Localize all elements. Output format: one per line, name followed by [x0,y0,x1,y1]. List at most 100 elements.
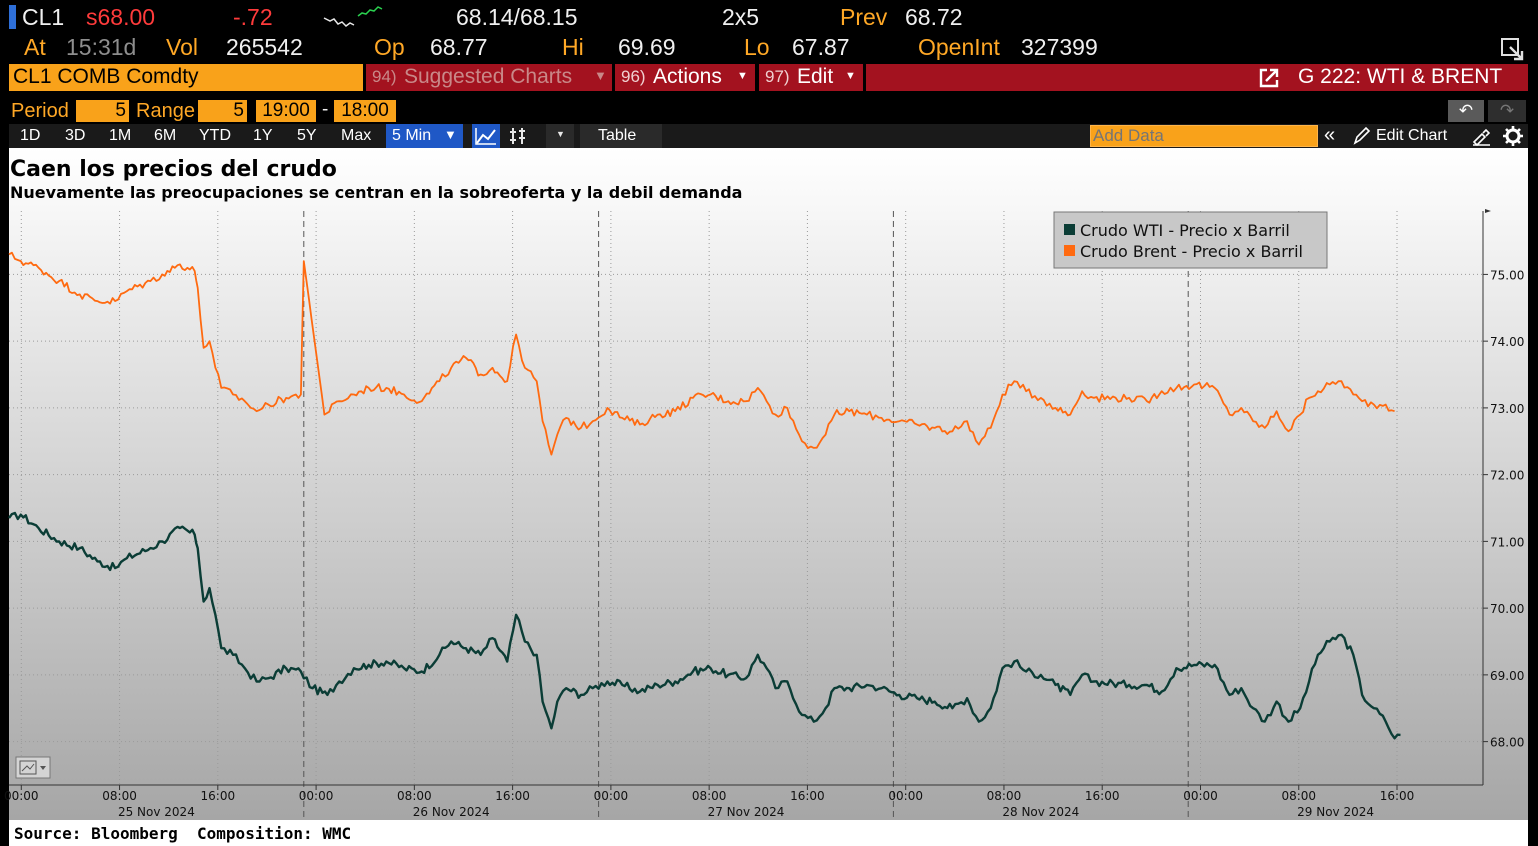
sparkline-icon [323,6,383,27]
y-tick-label: 68.00 [1490,736,1524,750]
gear-icon[interactable] [1502,125,1524,147]
date-label: 29 Nov 2024 [1297,805,1374,819]
actions-menu[interactable]: 96) Actions ▼ [615,64,755,91]
chevron-down-icon: ▼ [556,129,565,139]
edit-label: Edit [797,65,834,88]
open-label: Op [374,34,405,60]
chevron-down-icon: ▼ [737,70,748,82]
y-tick-label: 73.00 [1490,402,1524,416]
vol-value: 265542 [226,34,303,60]
period-button-6m[interactable]: 6M [154,125,176,147]
legend-label-wti: Crudo WTI - Precio x Barril [1080,221,1290,240]
redo-button[interactable]: ↷ [1488,100,1526,122]
x-tick-label: 00:00 [4,789,39,803]
edit-chart-label: Edit Chart [1376,127,1448,144]
actions-number: 96) [621,67,646,86]
line-chart-icon [475,128,496,145]
period-input[interactable]: 5 [76,100,129,122]
security-field[interactable]: CL1 COMB Comdty [9,64,363,91]
interval-label: 5 Min [392,127,432,144]
x-tick-label: 08:00 [102,789,137,803]
chevron-down-icon: ▼ [845,70,856,82]
prev-label: Prev [840,4,888,30]
add-data-input[interactable] [1090,125,1318,147]
chevron-down-icon: ▼ [444,127,457,142]
period-button-ytd[interactable]: YTD [199,125,231,147]
oi-label: OpenInt [918,34,1000,60]
range-input[interactable]: 5 [198,100,247,122]
x-tick-label: 00:00 [888,789,923,803]
time-from-input[interactable]: 19:00 [256,100,316,122]
y-tick-label: 69.00 [1490,669,1524,683]
date-label: 26 Nov 2024 [413,805,490,819]
time-label: At [24,34,46,60]
oi-value: 327399 [1021,34,1098,60]
suggested-charts-label: Suggested Charts [404,65,573,88]
candlestick-icon[interactable] [507,126,529,146]
x-tick-label: 08:00 [987,789,1022,803]
period-button-3d[interactable]: 3D [65,125,85,147]
bid-ask: 68.14/68.15 [456,4,578,30]
table-button[interactable]: Table [580,124,662,148]
time-value: 15:31d [66,34,137,60]
legend[interactable]: Crudo WTI - Precio x Barril Crudo Brent … [1053,211,1328,269]
period-label: Period [11,100,69,122]
detach-window-icon[interactable] [1500,35,1526,61]
x-tick-label: 00:00 [1183,789,1218,803]
time-to-input[interactable]: 18:00 [334,100,396,122]
vol-label: Vol [166,34,198,60]
period-button-1d[interactable]: 1D [20,125,40,147]
chart-style-dropdown[interactable]: ▼ [546,124,574,148]
legend-swatch-brent [1064,245,1075,256]
interval-dropdown[interactable]: 5 Min ▼ [386,124,463,148]
period-button-max[interactable]: Max [341,125,371,147]
legend-label-brent: Crudo Brent - Precio x Barril [1080,242,1303,261]
x-tick-label: 08:00 [397,789,432,803]
suggested-charts-menu[interactable]: 94) Suggested Charts ▼ [366,64,612,91]
actions-label: Actions [653,65,722,88]
pencil-icon [1353,126,1371,145]
suggested-charts-number: 94) [372,67,397,86]
x-tick-label: 16:00 [790,789,825,803]
date-label: 28 Nov 2024 [1002,805,1079,819]
last-price: s68.00 [86,4,156,30]
period-button-1y[interactable]: 1Y [253,125,273,147]
date-label: 27 Nov 2024 [708,805,785,819]
x-tick-label: 16:00 [201,789,236,803]
x-tick-label: 16:00 [1380,789,1415,803]
high-label: Hi [562,34,584,60]
high-value: 69.69 [618,34,676,60]
x-tick-label: 00:00 [594,789,629,803]
bid-ask-size: 2x5 [722,4,760,30]
function-title-bar: G 222: WTI & BRENT [866,64,1528,91]
annotate-icon[interactable] [1470,126,1492,146]
x-tick-label: 16:00 [1085,789,1120,803]
y-tick-label: 72.00 [1490,469,1524,483]
undo-button[interactable]: ↶ [1448,100,1484,122]
function-title: G 222: WTI & BRENT [1298,65,1503,88]
net-change: -.72 [233,4,273,30]
chart-title: Caen los precios del crudo [10,157,337,182]
ticker: CL1 [22,4,65,30]
x-tick-label: 08:00 [692,789,727,803]
chart-type-button[interactable] [15,756,51,779]
period-button-5y[interactable]: 5Y [297,125,317,147]
period-button-1m[interactable]: 1M [109,125,131,147]
price-chart[interactable]: 75.00 74.00 73.00 72.00 71.00 70.00 69.00 68.00… [0,148,1538,846]
edit-number: 97) [765,67,790,86]
table-label: Table [598,127,637,144]
low-label: Lo [744,34,770,60]
chevron-down-icon: ▼ [594,68,607,83]
x-tick-label: 08:00 [1281,789,1316,803]
launch-icon[interactable] [1258,67,1280,89]
date-label: 25 Nov 2024 [118,805,195,819]
low-value: 67.87 [792,34,850,60]
edit-menu[interactable]: 97) Edit ▼ [759,64,863,91]
y-tick-label: 75.00 [1490,268,1524,282]
y-tick-label: 74.00 [1490,335,1524,349]
line-chart-button[interactable] [472,124,500,148]
x-tick-label: 00:00 [299,789,334,803]
chart-subtitle: Nuevamente las preocupaciones se centran… [10,183,742,202]
collapse-icon[interactable]: « [1324,124,1335,146]
y-tick-label: 71.00 [1490,535,1524,549]
